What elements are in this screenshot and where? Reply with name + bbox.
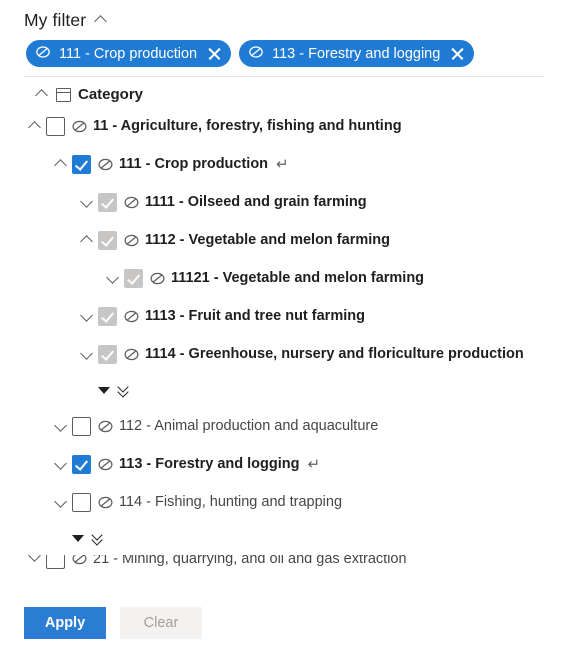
chevron-up-icon[interactable] [36,88,49,101]
apply-button[interactable]: Apply [24,607,106,639]
row-checkbox[interactable] [46,116,65,136]
row-checkbox [98,192,117,212]
no-entry-icon [123,232,140,249]
chevron-up-icon[interactable] [95,14,108,27]
tree-row[interactable]: 112 - Animal production and aquaculture [0,407,562,445]
row-checkbox[interactable] [46,555,65,569]
tree-row[interactable]: 1113 - Fruit and tree nut farming [0,297,562,335]
tree-row-label: 1114 - Greenhouse, nursery and floricult… [145,346,524,362]
group-header-category[interactable]: Category [0,77,562,107]
show-more-row[interactable] [0,373,562,407]
row-checkbox[interactable] [72,454,91,474]
tree-row-label: 21 - Mining, quarrying, and oil and gas … [93,555,407,567]
filter-panel: My filter 111 - Crop production 113 - Fo… [0,0,562,653]
show-more-row[interactable] [0,521,562,555]
show-more-control[interactable] [72,531,104,545]
chevron-down-icon[interactable] [50,496,72,509]
chevron-down-icon[interactable] [76,348,98,361]
no-entry-icon [97,418,114,435]
chevron-up-icon[interactable] [76,234,98,247]
no-entry-icon [123,194,140,211]
row-checkbox [98,344,117,364]
triangle-down-icon[interactable] [98,386,110,394]
no-entry-icon [97,494,114,511]
filter-pill[interactable]: 111 - Crop production [26,40,232,67]
row-checkbox[interactable] [72,492,91,512]
double-chevron-down-icon[interactable] [117,383,130,397]
selected-filter-pills: 111 - Crop production 113 - Forestry and… [0,35,562,76]
chevron-down-icon[interactable] [24,555,46,563]
no-entry-icon [71,118,88,135]
tree-row[interactable]: 114 - Fishing, hunting and trapping [0,483,562,521]
tree-row-label: 112 - Animal production and aquaculture [119,418,379,434]
tree-row[interactable]: 11 - Agriculture, forestry, fishing and … [0,107,562,145]
chevron-down-icon[interactable] [76,196,98,209]
no-entry-icon [35,44,51,64]
tree-row[interactable]: 1112 - Vegetable and melon farming [0,221,562,259]
tree-row[interactable]: 11121 - Vegetable and melon farming [0,259,562,297]
tree-row-label: 111 - Crop production [119,156,269,172]
no-entry-icon [123,308,140,325]
tree-row[interactable]: 1114 - Greenhouse, nursery and floricult… [0,335,562,373]
footer-actions: Apply Clear [0,597,562,653]
no-entry-icon [149,270,166,287]
filter-pill-label: 111 - Crop production [59,45,198,62]
enter-arrow-icon: ↵ [276,156,289,173]
row-checkbox[interactable] [72,416,91,436]
clear-button: Clear [120,607,202,639]
filter-pill[interactable]: 113 - Forestry and logging [239,40,475,67]
category-tree[interactable]: 11 - Agriculture, forestry, fishing and … [0,107,562,597]
no-entry-icon [71,555,88,567]
chevron-down-icon[interactable] [102,272,124,285]
chevron-down-icon[interactable] [50,458,72,471]
tree-row-label: 114 - Fishing, hunting and trapping [119,494,343,510]
row-checkbox [98,230,117,250]
no-entry-icon [248,44,264,64]
tree-row-label: 1113 - Fruit and tree nut farming [145,308,365,324]
no-entry-icon [123,346,140,363]
double-chevron-down-icon[interactable] [91,531,104,545]
triangle-down-icon[interactable] [72,534,84,542]
tree-row-label: 1111 - Oilseed and grain farming [145,194,367,210]
tree-row[interactable]: 111 - Crop production ↵ [0,145,562,183]
tree-row[interactable]: 1111 - Oilseed and grain farming [0,183,562,221]
row-checkbox [98,306,117,326]
enter-arrow-icon: ↵ [307,456,321,473]
show-more-control[interactable] [98,383,130,397]
close-icon[interactable] [450,46,465,61]
row-checkbox[interactable] [72,154,91,174]
tree-row-label: 1112 - Vegetable and melon farming [145,232,390,248]
chevron-up-icon[interactable] [24,120,46,133]
group-title: Category [78,86,144,103]
no-entry-icon [97,156,114,173]
row-checkbox [124,268,143,288]
chevron-down-icon[interactable] [50,420,72,433]
no-entry-icon [97,456,114,473]
chevron-down-icon[interactable] [76,310,98,323]
chevron-up-icon[interactable] [50,158,72,171]
page-title: My filter [24,10,87,30]
filter-pill-label: 113 - Forestry and logging [272,45,441,62]
tree-row-label: 11 - Agriculture, forestry, fishing and … [93,118,402,134]
table-icon [56,87,71,102]
tree-row[interactable]: 113 - Forestry and logging ↵ [0,445,562,483]
tree-row[interactable]: 21 - Mining, quarrying, and oil and gas … [0,555,562,579]
tree-row-label: 11121 - Vegetable and melon farming [171,270,425,286]
filter-header: My filter [0,0,562,35]
tree-row-label: 113 - Forestry and logging [119,456,300,472]
close-icon[interactable] [207,46,222,61]
